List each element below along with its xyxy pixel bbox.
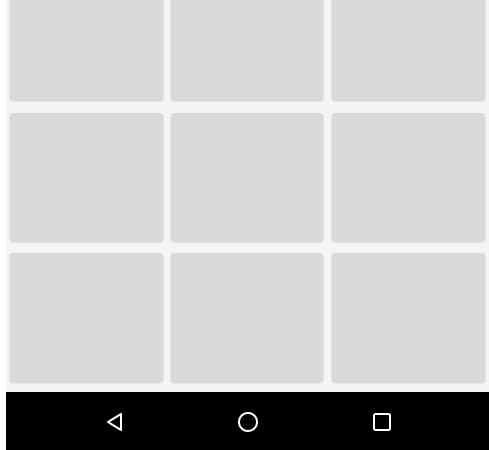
grid-tile[interactable] (10, 253, 163, 382)
recents-button[interactable] (364, 404, 400, 440)
grid-tile[interactable] (171, 113, 323, 241)
phone-screen (6, 0, 489, 450)
grid-tile[interactable] (10, 113, 163, 241)
grid-tile[interactable] (332, 0, 485, 100)
triangle-back-icon (107, 413, 122, 431)
system-navigation-bar (6, 392, 489, 450)
home-button[interactable] (230, 404, 266, 440)
circle-home-icon (238, 412, 258, 432)
back-button[interactable] (97, 404, 133, 440)
square-recents-icon (373, 413, 391, 431)
grid-tile[interactable] (10, 0, 163, 100)
image-grid (6, 0, 489, 392)
grid-tile[interactable] (332, 113, 485, 241)
grid-tile[interactable] (332, 253, 485, 382)
grid-tile[interactable] (171, 253, 323, 382)
grid-tile[interactable] (171, 0, 323, 100)
